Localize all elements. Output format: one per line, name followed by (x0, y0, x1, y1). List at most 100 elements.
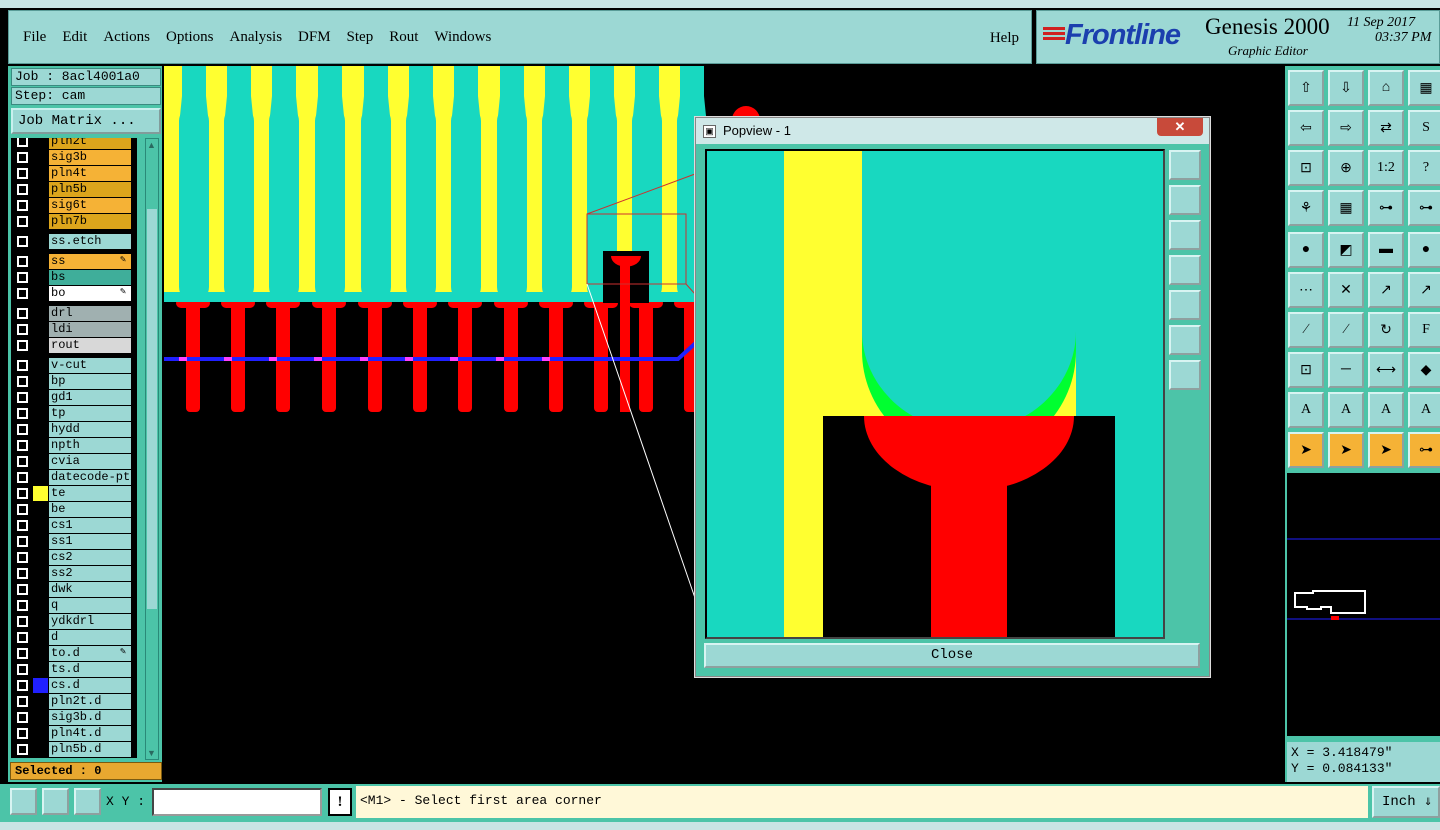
layer-checkbox[interactable] (17, 456, 28, 467)
layer-checkbox[interactable] (17, 168, 28, 179)
layer-color-swatch[interactable] (33, 726, 48, 741)
layer-color-swatch[interactable] (33, 150, 48, 165)
layer-name[interactable]: cs2 (49, 550, 131, 565)
layer-name[interactable]: d (49, 630, 131, 645)
layer-color-swatch[interactable] (33, 710, 48, 725)
pointer-net-icon[interactable]: ⊶ (1408, 432, 1440, 468)
layer-row-ss1[interactable]: ss1 (11, 534, 137, 549)
layer-row-ts.d[interactable]: ts.d (11, 662, 137, 677)
layer-name[interactable]: ts.d (49, 662, 131, 677)
layer-row-v-cut[interactable]: v-cut (11, 358, 137, 373)
layer-name[interactable]: pln4t.d (49, 726, 131, 741)
layer-name[interactable]: cvia (49, 454, 131, 469)
layer-row-cvia[interactable]: cvia (11, 454, 137, 469)
layer-checkbox[interactable] (17, 408, 28, 419)
layer-name[interactable]: q (49, 598, 131, 613)
layer-row-npth[interactable]: npth (11, 438, 137, 453)
layer-row-pln7b[interactable]: pln7b (11, 214, 137, 229)
layer-name[interactable]: ss2 (49, 566, 131, 581)
layer-checkbox[interactable] (17, 138, 28, 147)
layer-checkbox[interactable] (17, 200, 28, 211)
layer-row-datecode-pte[interactable]: datecode-pte (11, 470, 137, 485)
layer-color-swatch[interactable] (33, 582, 48, 597)
help-icon[interactable]: ? (1408, 150, 1440, 186)
layer-color-swatch[interactable] (33, 138, 48, 149)
layer-row-sig3b[interactable]: sig3b (11, 150, 137, 165)
scroll-down-icon[interactable]: ▼ (147, 748, 156, 758)
layer-color-swatch[interactable] (33, 534, 48, 549)
layer-checkbox[interactable] (17, 616, 28, 627)
layer-checkbox[interactable] (17, 728, 28, 739)
layer-row-q[interactable]: q (11, 598, 137, 613)
layer-row-hydd[interactable]: hydd (11, 422, 137, 437)
layer-checkbox[interactable] (17, 504, 28, 515)
layer-row-sig6t[interactable]: sig6t (11, 198, 137, 213)
layer-row-ss[interactable]: ss ✎ (11, 254, 137, 269)
layer-name[interactable]: pln2t.d (49, 694, 131, 709)
layer-row-ss2[interactable]: ss2 (11, 566, 137, 581)
layer-color-swatch[interactable] (33, 438, 48, 453)
layer-row-cs.d[interactable]: cs.d (11, 678, 137, 693)
layer-row-to.d[interactable]: to.d ✎ (11, 646, 137, 661)
layer-row-pln2t[interactable]: pln2t (11, 138, 137, 149)
pan-left-icon[interactable]: ⇦ (1288, 110, 1324, 146)
xy-input[interactable] (152, 788, 322, 816)
layer-checkbox[interactable] (17, 256, 28, 267)
layer-name[interactable]: cs.d (49, 678, 131, 693)
surface-add-icon[interactable]: ◩ (1328, 232, 1364, 268)
layer-row-d[interactable]: d (11, 630, 137, 645)
layer-checkbox[interactable] (17, 360, 28, 371)
layer-color-swatch[interactable] (33, 470, 48, 485)
popview-left-icon[interactable] (1169, 255, 1201, 285)
layer-row-bp[interactable]: bp (11, 374, 137, 389)
dot-icon[interactable]: ● (1408, 232, 1440, 268)
layer-name[interactable]: hydd (49, 422, 131, 437)
pad-add-icon[interactable]: ● (1288, 232, 1324, 268)
layer-name[interactable]: te (49, 486, 131, 501)
layer-checkbox[interactable] (17, 472, 28, 483)
layer-checkbox[interactable] (17, 424, 28, 435)
pointer-icon[interactable]: ➤ (1288, 432, 1324, 468)
layer-name[interactable]: gd1 (49, 390, 131, 405)
layer-name[interactable]: rout (49, 338, 131, 353)
layer-color-swatch[interactable] (33, 422, 48, 437)
scroll-up-icon[interactable]: ▲ (147, 140, 156, 150)
menu-windows[interactable]: Windows (434, 27, 491, 48)
layer-name[interactable]: sig3b.d (49, 710, 131, 725)
layer-checkbox[interactable] (17, 680, 28, 691)
menu-step[interactable]: Step (347, 27, 374, 48)
layer-row-ldi[interactable]: ldi (11, 322, 137, 337)
layer-color-swatch[interactable] (33, 338, 48, 353)
attr-icon[interactable]: ⊡ (1288, 352, 1324, 388)
grid-icon[interactable]: ▦ (1328, 190, 1364, 226)
menu-analysis[interactable]: Analysis (230, 27, 283, 48)
layer-checkbox[interactable] (17, 324, 28, 335)
units-select[interactable]: Inch ⇓ (1372, 786, 1440, 818)
layer-name[interactable]: bp (49, 374, 131, 389)
pointer-box-icon[interactable]: ➤ (1328, 432, 1364, 468)
menu-options[interactable]: Options (166, 27, 214, 48)
layer-row-pln4t[interactable]: pln4t (11, 166, 137, 181)
layer-checkbox[interactable] (17, 600, 28, 611)
pin-alt-icon[interactable]: ↗ (1408, 272, 1440, 308)
layer-row-ss.etch[interactable]: ss.etch (11, 234, 137, 249)
layer-color-swatch[interactable] (33, 254, 48, 269)
split-view-icon[interactable]: ▦ (1408, 70, 1440, 106)
shapes-icon[interactable]: ◆ (1408, 352, 1440, 388)
layer-row-gd1[interactable]: gd1 (11, 390, 137, 405)
layer-color-swatch[interactable] (33, 502, 48, 517)
layer-checkbox[interactable] (17, 632, 28, 643)
layer-color-swatch[interactable] (33, 166, 48, 181)
layer-scrollbar[interactable]: ▲ ▼ (145, 138, 159, 760)
layer-name[interactable]: v-cut (49, 358, 131, 373)
layer-row-be[interactable]: be (11, 502, 137, 517)
layer-color-swatch[interactable] (33, 306, 48, 321)
layer-color-swatch[interactable] (33, 390, 48, 405)
step-icon[interactable]: S (1408, 110, 1440, 146)
popview-fit-icon[interactable] (1169, 325, 1201, 355)
layer-checkbox[interactable] (17, 216, 28, 227)
layer-name[interactable]: sig3b (49, 150, 131, 165)
popview-zoom-icon[interactable] (1169, 150, 1201, 180)
layer-name[interactable]: ydkdrl (49, 614, 131, 629)
popview-center-icon[interactable] (1169, 360, 1201, 390)
